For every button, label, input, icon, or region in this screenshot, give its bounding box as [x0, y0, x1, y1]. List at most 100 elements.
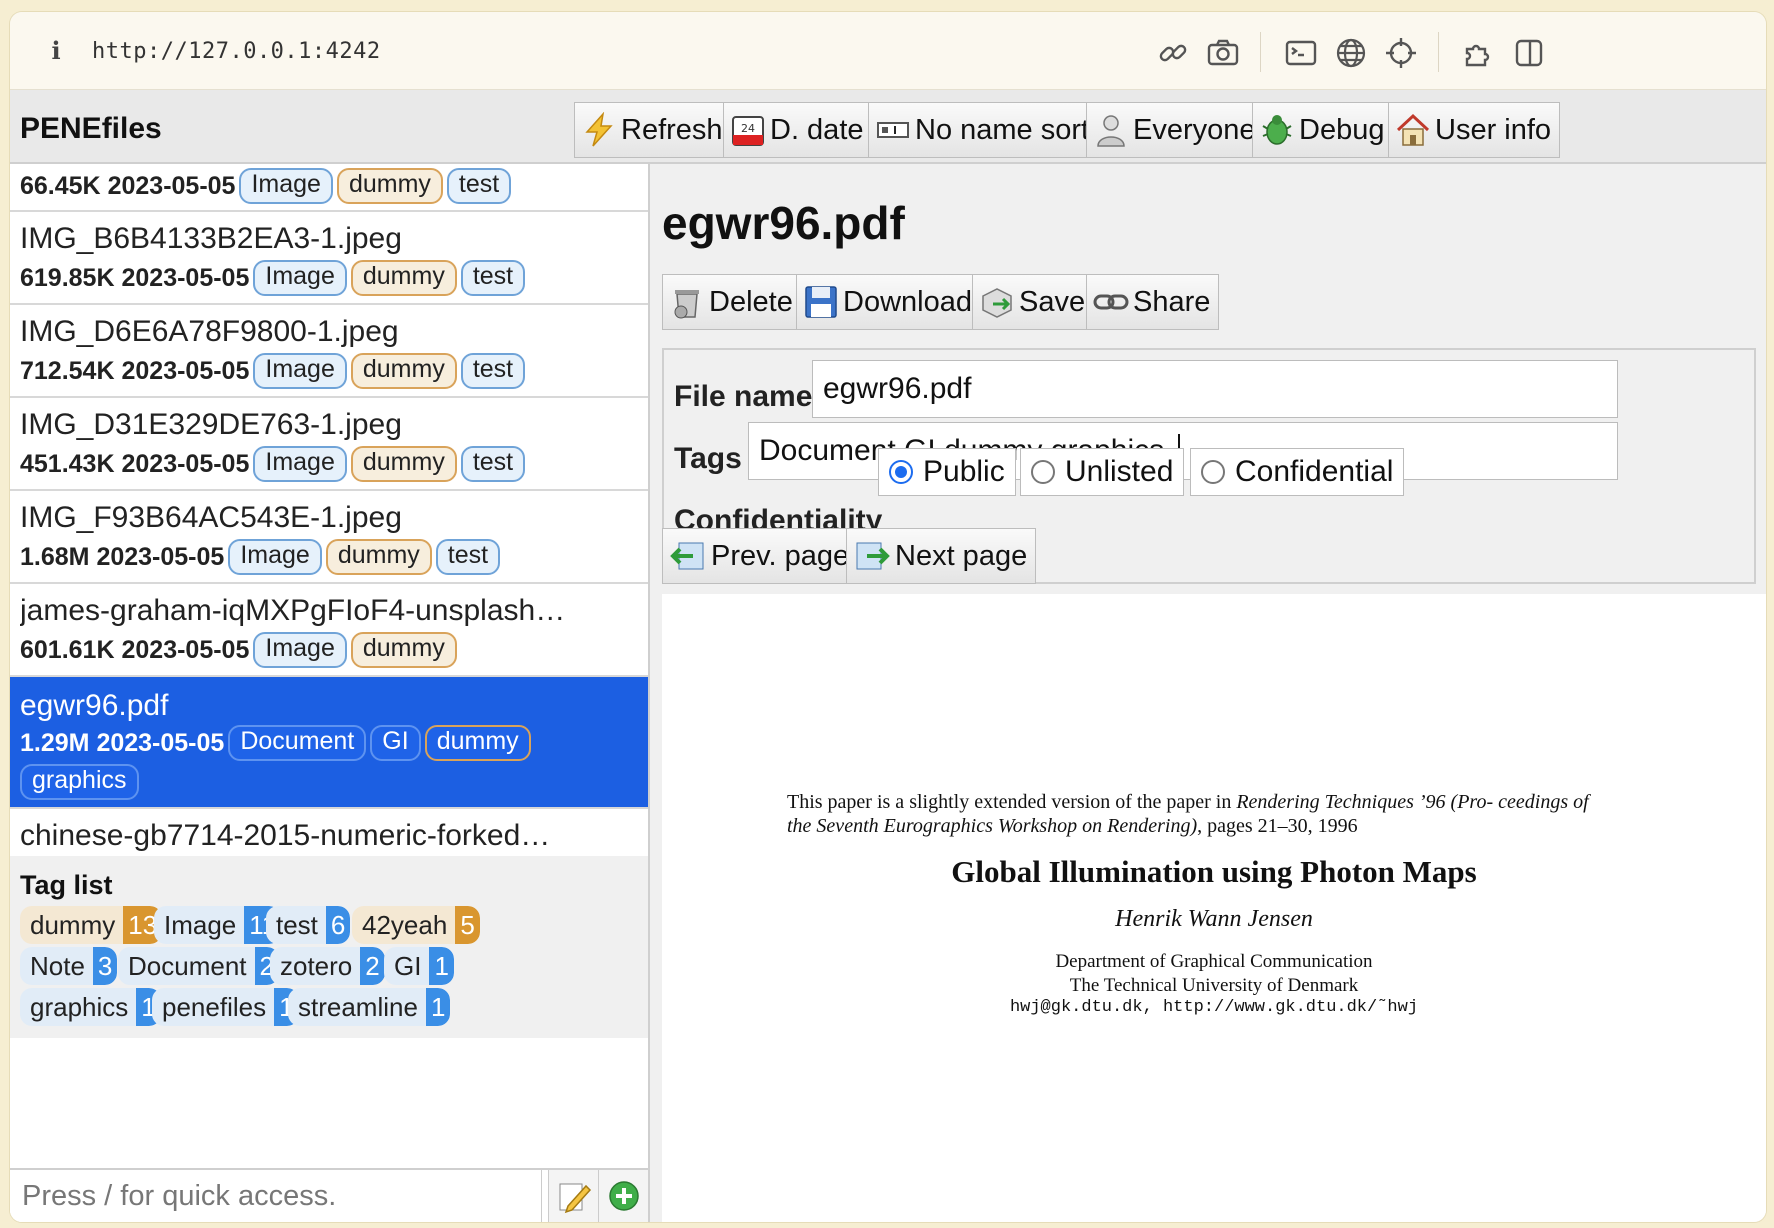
tag-badge[interactable]: Image	[253, 260, 347, 296]
delete-button[interactable]: Delete	[662, 274, 802, 330]
extensions-icon[interactable]	[1462, 36, 1496, 70]
file-list-item[interactable]: james-graham-iqMXPgFIoF4-unsplash… 601.6…	[10, 584, 648, 677]
tag-badge[interactable]: dummy	[336, 168, 443, 204]
confidentiality-unlisted-option[interactable]: Unlisted	[1020, 448, 1185, 496]
pdf-note-suffix: , pages 21–30, 1996	[1197, 815, 1358, 837]
tag-badge[interactable]: dummy	[350, 353, 457, 389]
tag-badge[interactable]: test	[460, 353, 526, 389]
refresh-button[interactable]: Refresh	[574, 102, 732, 158]
everyone-button[interactable]: Everyone	[1086, 102, 1265, 158]
tag-list-panel: Tag list dummy 13 Image 11 test 6 42yeah 5 N…	[10, 856, 648, 1038]
calendar-icon: 24	[732, 116, 764, 146]
tag-chip-image[interactable]: Image 11	[154, 906, 282, 944]
link-icon[interactable]	[1156, 36, 1190, 70]
tag-badge[interactable]: Document	[228, 725, 367, 761]
tag-count: 2	[360, 947, 385, 985]
file-date: 2023-05-05	[121, 449, 250, 478]
tag-chip-label: Note	[30, 951, 85, 981]
address-bar-url[interactable]: http://127.0.0.1:4242	[92, 39, 381, 64]
crosshair-icon[interactable]	[1384, 36, 1418, 70]
globe-icon[interactable]	[1334, 36, 1368, 70]
file-date: 2023-05-05	[121, 635, 250, 664]
tag-badge[interactable]: dummy	[424, 725, 531, 761]
tag-chip-gi[interactable]: GI 1	[384, 947, 454, 985]
sidebar-toggle-icon[interactable]	[1512, 36, 1546, 70]
terminal-icon[interactable]	[1284, 36, 1318, 70]
next-page-button[interactable]: Next page	[846, 528, 1037, 584]
file-list-item[interactable]: IMG_B6B4133B2EA3-1.jpeg 619.85K 2023-05-…	[10, 212, 648, 305]
confidentiality-public-option[interactable]: Public	[878, 448, 1016, 496]
file-date: 2023-05-05	[121, 356, 250, 385]
file-name: IMG_B6B4133B2EA3-1.jpeg	[20, 222, 402, 255]
name-sort-button[interactable]: No name sort	[868, 102, 1099, 158]
tag-chip-label: test	[276, 910, 318, 940]
pdf-viewer[interactable]: This paper is a slightly extended versio…	[662, 594, 1766, 1222]
user-info-button[interactable]: User info	[1388, 102, 1561, 158]
download-button[interactable]: Download	[796, 274, 981, 330]
tag-chip-zotero[interactable]: zotero 2	[270, 947, 385, 985]
name-sort-label: No name sort	[915, 113, 1090, 146]
tag-chip-test[interactable]: test 6	[266, 906, 351, 944]
tag-badge[interactable]: GI	[370, 725, 421, 761]
tag-badge[interactable]: Image	[253, 353, 347, 389]
file-name: IMG_D31E329DE763-1.jpeg	[20, 408, 402, 441]
pdf-footnote: This paper is a slightly extended versio…	[787, 790, 1607, 838]
file-list-item[interactable]: IMG_D6E6A78F9800-1.jpeg 712.54K 2023-05-…	[10, 305, 648, 398]
share-label: Share	[1133, 285, 1211, 318]
file-detail-pane: egwr96.pdf Delete Download Save Share Fi…	[652, 164, 1766, 1222]
tag-badge[interactable]: graphics	[20, 764, 139, 800]
tag-chip-penefiles[interactable]: penefiles 1	[152, 988, 299, 1026]
tag-chip-document[interactable]: Document 2	[118, 947, 279, 985]
upload-button[interactable]	[598, 1170, 648, 1222]
add-circle-icon	[608, 1181, 639, 1211]
tag-chip-graphics[interactable]: graphics 1	[20, 988, 161, 1026]
pdf-title: Global Illumination using Photon Maps	[951, 854, 1477, 889]
save-button[interactable]: Save	[972, 274, 1095, 330]
confidentiality-confidential-option[interactable]: Confidential	[1190, 448, 1405, 496]
prev-page-button[interactable]: Prev. page	[662, 528, 859, 584]
option-label: Confidential	[1235, 455, 1394, 488]
tag-badge[interactable]: Image	[239, 168, 333, 204]
tag-chip-note[interactable]: Note 3	[20, 947, 118, 985]
debug-button[interactable]: Debug	[1252, 102, 1394, 158]
pdf-affiliation: Department of Graphical Communication	[1055, 951, 1373, 972]
tag-chip-label: Image	[164, 910, 237, 940]
new-note-button[interactable]	[548, 1170, 598, 1222]
file-list-item[interactable]: chinese-gb7714-2015-numeric-forked…	[10, 809, 648, 857]
tag-badge[interactable]: test	[446, 168, 512, 204]
file-list-item[interactable]: IMG_F93B64AC543E-1.jpeg 1.68M 2023-05-05…	[10, 491, 648, 584]
pdf-author: Henrik Wann Jensen	[1115, 906, 1313, 932]
file-name: egwr96.pdf	[20, 689, 169, 722]
tag-badge[interactable]: Image	[228, 539, 322, 575]
tag-badge[interactable]: test	[460, 446, 526, 482]
tag-badge[interactable]: dummy	[350, 446, 457, 482]
file-list-item[interactable]: IMG_D31E329DE763-1.jpeg 451.43K 2023-05-…	[10, 398, 648, 491]
toolbar-separator	[1260, 32, 1261, 72]
file-list-item-selected[interactable]: egwr96.pdf 1.29M 2023-05-05 Document GI …	[10, 677, 648, 809]
quick-access-input[interactable]	[10, 1170, 542, 1222]
camera-icon[interactable]	[1206, 36, 1240, 70]
info-icon[interactable]: i	[44, 36, 68, 65]
tag-badge[interactable]: dummy	[350, 632, 457, 668]
pdf-page: This paper is a slightly extended versio…	[662, 594, 1766, 1222]
tag-badge[interactable]: test	[435, 539, 501, 575]
tag-chip-dummy[interactable]: dummy 13	[20, 906, 163, 944]
tag-chip-42yeah[interactable]: 42yeah 5	[352, 906, 480, 944]
chain-link-icon	[1093, 294, 1129, 310]
tag-chip-label: 42yeah	[362, 910, 448, 940]
tag-count: 1	[429, 947, 454, 985]
file-date: 2023-05-05	[107, 171, 236, 200]
share-button[interactable]: Share	[1086, 274, 1220, 330]
tag-chip-streamline[interactable]: streamline 1	[288, 988, 451, 1026]
everyone-label: Everyone	[1133, 113, 1256, 146]
tag-badge[interactable]: Image	[253, 446, 347, 482]
file-list-item[interactable]: 66.45K 2023-05-05 Image dummy test	[10, 164, 648, 212]
tag-chip-label: Document	[128, 951, 247, 981]
tag-badge[interactable]: dummy	[325, 539, 432, 575]
tag-badge[interactable]: test	[460, 260, 526, 296]
tag-badge[interactable]: Image	[253, 632, 347, 668]
file-name-input[interactable]: egwr96.pdf	[812, 360, 1618, 418]
tag-badge[interactable]: dummy	[350, 260, 457, 296]
date-sort-button[interactable]: 24 D. date	[723, 102, 873, 158]
file-date: 2023-05-05	[96, 542, 225, 571]
